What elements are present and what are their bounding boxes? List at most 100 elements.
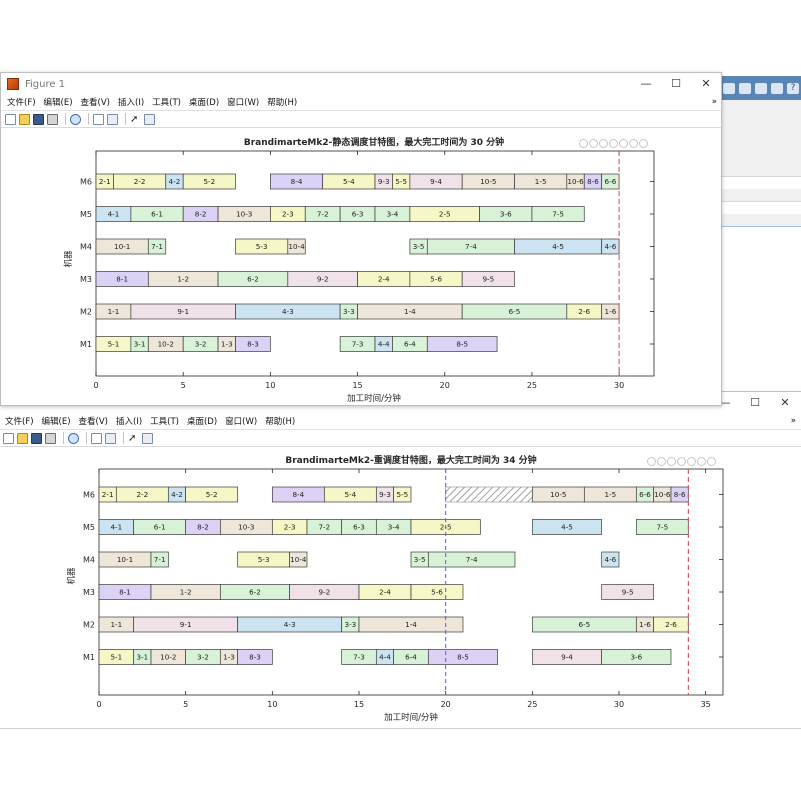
- data-cursor-icon[interactable]: [105, 432, 116, 444]
- gantt-bar-label: 2-3: [284, 523, 296, 532]
- figure1-titlebar[interactable]: Figure 1: [1, 73, 721, 95]
- toolbar-separator: [86, 432, 87, 444]
- save-icon[interactable]: [31, 432, 42, 444]
- y-axis-label: 机器: [66, 567, 77, 585]
- gantt-bar-label: 3-6: [500, 210, 512, 219]
- gantt-chart-static: BrandimarteMk2-静态调度甘特图，最大完工时间为 30 分钟 加工时…: [63, 136, 655, 404]
- gantt-bar-label: 4-6: [605, 242, 617, 251]
- background-pane: [721, 226, 801, 317]
- gantt-bar-label: 10-5: [480, 177, 496, 186]
- menu-help[interactable]: 帮助(H): [265, 415, 295, 427]
- save-icon[interactable]: [723, 82, 735, 94]
- gantt-bar-label: 8-4: [292, 490, 304, 499]
- inspector-icon[interactable]: [142, 432, 153, 444]
- gantt-bar-label: 3-1: [136, 653, 148, 662]
- gantt-bar-label: 3-5: [413, 242, 425, 251]
- zoom-icon[interactable]: [70, 113, 81, 125]
- help-icon[interactable]: ?: [787, 82, 799, 94]
- x-tick-label: 20: [440, 381, 450, 390]
- maximize-button[interactable]: ☐: [661, 73, 691, 95]
- gantt-bar-label: 4-5: [552, 242, 564, 251]
- close-button[interactable]: ✕: [691, 73, 721, 95]
- gantt-bar-label: 2-2: [136, 490, 148, 499]
- gantt-bar-label: 2-1: [102, 490, 114, 499]
- menu-view[interactable]: 查看(V): [81, 96, 110, 108]
- menu-insert[interactable]: 插入(I): [118, 96, 144, 108]
- gantt-bar-label: 10-3: [236, 210, 252, 219]
- menu-file[interactable]: 文件(F): [5, 415, 34, 427]
- link-icon[interactable]: [93, 113, 104, 125]
- x-tick-label: 0: [96, 700, 101, 709]
- figure-toolbar: ➚: [1, 110, 721, 128]
- gantt-bar-label: 10-2: [160, 653, 176, 662]
- link-icon[interactable]: [91, 432, 102, 444]
- gantt-bar-label: 3-4: [388, 523, 400, 532]
- menu-view[interactable]: 查看(V): [79, 415, 108, 427]
- minimize-button[interactable]: —: [631, 73, 661, 95]
- x-tick-label: 15: [352, 381, 362, 390]
- menu-tools[interactable]: 工具(T): [150, 415, 179, 427]
- gantt-bar-label: 10-1: [114, 242, 130, 251]
- window-icon[interactable]: [771, 82, 783, 94]
- gantt-bar-label: 5-4: [344, 490, 356, 499]
- menu-tools[interactable]: 工具(T): [152, 96, 181, 108]
- menu-edit[interactable]: 编辑(E): [44, 96, 73, 108]
- gantt-bar-label: 6-1: [151, 210, 163, 219]
- zoom-icon[interactable]: [68, 432, 79, 444]
- gantt-bar-label: 1-4: [405, 620, 417, 629]
- gantt-bar-label: 6-4: [405, 653, 417, 662]
- menu-insert[interactable]: 插入(I): [116, 415, 142, 427]
- menu-help[interactable]: 帮助(H): [267, 96, 297, 108]
- inspector-icon[interactable]: [144, 113, 155, 125]
- toolbar-separator: [63, 432, 64, 444]
- menu-edit[interactable]: 编辑(E): [42, 415, 71, 427]
- print-icon[interactable]: [47, 113, 58, 125]
- gantt-bar-label: 5-2: [206, 490, 218, 499]
- figure-toolbar: ➚: [0, 429, 801, 447]
- pointer-icon[interactable]: ➚: [130, 114, 141, 125]
- gantt-bar-label: 9-1: [180, 620, 192, 629]
- menu-overflow-icon[interactable]: »: [791, 416, 796, 426]
- new-file-icon[interactable]: [3, 432, 14, 444]
- gantt-bar-label: 2-4: [378, 275, 390, 284]
- breakdown-hatch: [445, 486, 533, 503]
- open-folder-icon[interactable]: [17, 432, 28, 444]
- gantt-bar-label: 3-5: [414, 555, 426, 564]
- menu-window[interactable]: 窗口(W): [225, 415, 257, 427]
- menu-bar: 文件(F) 编辑(E) 查看(V) 插入(I) 工具(T) 桌面(D) 窗口(W…: [0, 413, 801, 429]
- menu-overflow-icon[interactable]: »: [712, 97, 717, 107]
- gantt-bar-label: 4-6: [604, 555, 616, 564]
- gantt-bar-label: 3-6: [630, 653, 642, 662]
- gantt-bar-label: 1-1: [110, 620, 122, 629]
- x-tick-label: 15: [354, 700, 364, 709]
- toolbar-separator: [88, 113, 89, 125]
- gantt-bar-label: 9-5: [482, 275, 494, 284]
- x-tick-label: 30: [614, 700, 624, 709]
- menu-window[interactable]: 窗口(W): [227, 96, 259, 108]
- undo-icon[interactable]: [739, 82, 751, 94]
- print-icon[interactable]: [45, 432, 56, 444]
- background-window-toolbar: ?: [717, 76, 801, 100]
- save-icon[interactable]: [33, 113, 44, 125]
- gantt-bar-label: 3-4: [387, 210, 399, 219]
- menu-desktop[interactable]: 桌面(D): [189, 96, 219, 108]
- data-cursor-icon[interactable]: [107, 113, 118, 125]
- maximize-button[interactable]: ☐: [740, 392, 770, 414]
- menu-desktop[interactable]: 桌面(D): [187, 415, 217, 427]
- close-button[interactable]: ✕: [770, 392, 800, 414]
- gantt-bar-label: 1-1: [108, 307, 120, 316]
- gantt-bar-label: 9-2: [318, 588, 330, 597]
- open-folder-icon[interactable]: [19, 113, 30, 125]
- pointer-icon[interactable]: ➚: [128, 433, 139, 444]
- x-axis-label: 加工时间/分钟: [384, 712, 438, 723]
- menu-file[interactable]: 文件(F): [7, 96, 36, 108]
- gantt-bar-label: 5-2: [203, 177, 215, 186]
- gantt-bar-label: 4-2: [171, 490, 183, 499]
- gantt-bar-label: 4-3: [282, 307, 294, 316]
- gantt-chart-reschedule: BrandimarteMk2-重调度甘特图，最大完工时间为 34 分钟 加工时间…: [66, 454, 724, 723]
- gantt-bar-label: 4-5: [561, 523, 573, 532]
- redo-icon[interactable]: [755, 82, 767, 94]
- new-file-icon[interactable]: [5, 113, 16, 125]
- gantt-bar-label: 8-4: [291, 177, 303, 186]
- gantt-bar-label: 1-5: [535, 177, 547, 186]
